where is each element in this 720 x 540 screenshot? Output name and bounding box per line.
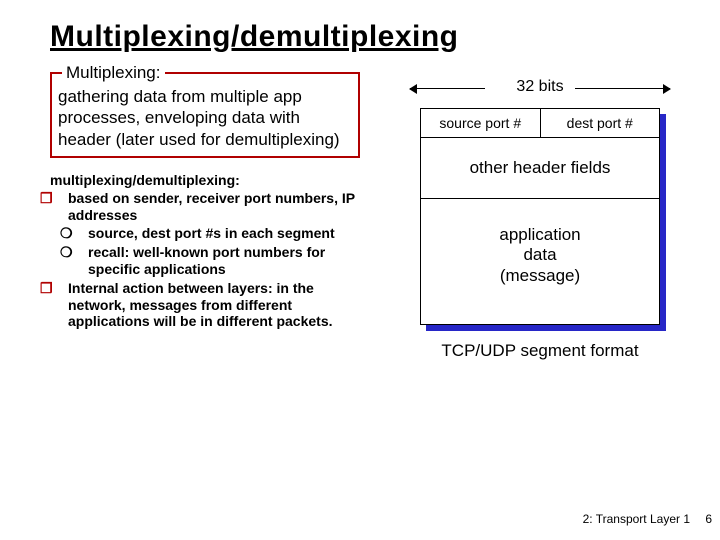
segment-diagram: 32 bits source port # dest port # other … (410, 78, 670, 361)
bullet-1-2: ❍recall: well-known port numbers for spe… (88, 244, 360, 278)
source-port-cell: source port # (421, 109, 541, 137)
dest-port-cell: dest port # (541, 109, 660, 137)
application-data-cell: applicationdata(message) (421, 199, 659, 324)
diagram-caption: TCP/UDP segment format (410, 341, 670, 361)
bullet-1-2-text: recall: well-known port numbers for spec… (88, 244, 325, 277)
bullet-1-1-text: source, dest port #s in each segment (88, 225, 335, 241)
bits-label: 32 bits (516, 78, 563, 96)
page-number: 6 (694, 512, 712, 526)
slide-title: Multiplexing/demultiplexing (50, 20, 680, 54)
bits-width-row: 32 bits (410, 78, 670, 104)
bullet-1-text: based on sender, receiver port numbers, … (68, 190, 355, 223)
footer-text: 2: Transport Layer 1 (583, 512, 690, 526)
right-column: 32 bits source port # dest port # other … (360, 72, 680, 361)
bullet-1-1: ❍source, dest port #s in each segment (88, 225, 360, 242)
defbox-legend: Multiplexing: (62, 62, 165, 83)
left-column: Multiplexing: gathering data from multip… (50, 72, 360, 332)
bullet-1: ❒based on sender, receiver port numbers,… (68, 190, 360, 224)
port-row: source port # dest port # (421, 109, 659, 138)
other-header-fields: other header fields (421, 138, 659, 199)
bullet-2-text: Internal action between layers: in the n… (68, 280, 333, 330)
bullet-2: ❒Internal action between layers: in the … (68, 280, 360, 330)
defbox-body: gathering data from multiple app process… (58, 86, 352, 150)
multiplexing-definition-box: Multiplexing: gathering data from multip… (50, 72, 360, 158)
list-heading: multiplexing/demultiplexing: (50, 172, 360, 188)
